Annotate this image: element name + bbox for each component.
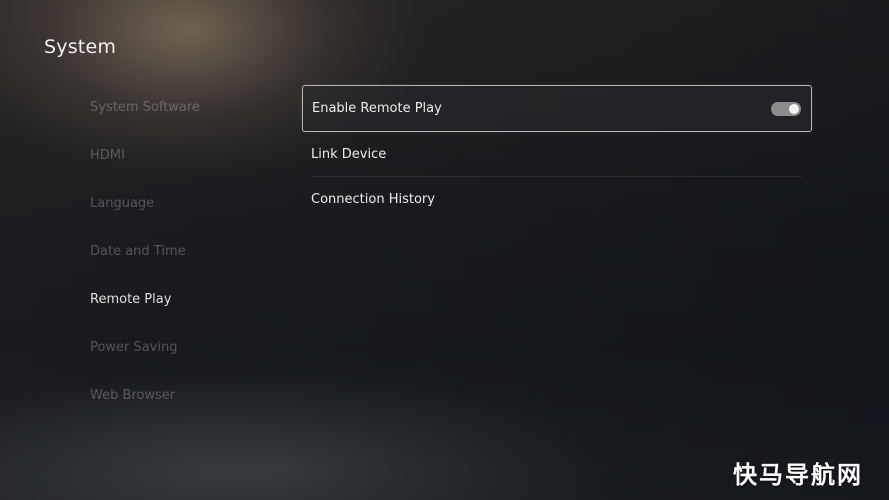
sidebar-item-power-saving[interactable]: Power Saving (90, 336, 280, 384)
sidebar-item-date-and-time[interactable]: Date and Time (90, 240, 280, 288)
settings-panel: Enable Remote Play Link Device Connectio… (302, 85, 812, 222)
link-device-row[interactable]: Link Device (302, 132, 812, 177)
page-title: System (44, 36, 117, 58)
sidebar-item-label: Web Browser (90, 388, 176, 403)
sidebar-item-label: Remote Play (90, 292, 172, 307)
sidebar-item-hdmi[interactable]: HDMI (90, 144, 280, 192)
link-device-label: Link Device (311, 147, 387, 162)
toggle-knob (789, 103, 799, 114)
sidebar-item-label: Language (90, 196, 155, 211)
sidebar-item-label: HDMI (90, 148, 125, 163)
enable-remote-play-toggle[interactable] (771, 101, 801, 116)
connection-history-label: Connection History (311, 192, 435, 207)
watermark-logo: 快马导航网 (733, 461, 863, 489)
sidebar-item-label: Date and Time (90, 244, 186, 259)
enable-remote-play-row[interactable]: Enable Remote Play (302, 85, 812, 132)
enable-remote-play-label: Enable Remote Play (312, 101, 442, 116)
sidebar-item-web-browser[interactable]: Web Browser (90, 384, 280, 432)
sidebar: System Software HDMI Language Date and T… (90, 96, 280, 432)
sidebar-item-language[interactable]: Language (90, 192, 280, 240)
sidebar-item-label: Power Saving (90, 340, 178, 355)
sidebar-item-system-software[interactable]: System Software (90, 96, 280, 144)
connection-history-row[interactable]: Connection History (302, 177, 812, 222)
sidebar-item-label: System Software (90, 100, 200, 115)
sidebar-item-remote-play[interactable]: Remote Play (90, 288, 280, 336)
